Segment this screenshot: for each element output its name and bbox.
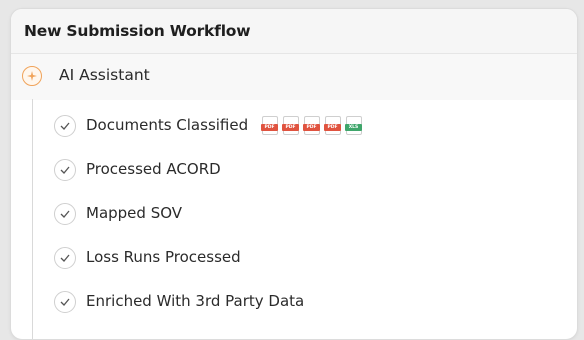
panel-header: New Submission Workflow bbox=[11, 9, 577, 54]
workflow-panel: New Submission Workflow AI Assistant Doc… bbox=[10, 8, 578, 340]
document-files: PDF PDF PDF PDF XLS bbox=[261, 116, 362, 135]
step-mapped-sov[interactable]: Mapped SOV bbox=[11, 192, 577, 236]
step-label: Loss Runs Processed bbox=[86, 248, 241, 266]
ai-assistant-row[interactable]: AI Assistant bbox=[11, 54, 577, 100]
step-loss-runs-processed[interactable]: Loss Runs Processed bbox=[11, 236, 577, 280]
step-label: Mapped SOV bbox=[86, 204, 183, 222]
step-processed-acord[interactable]: Processed ACORD bbox=[11, 148, 577, 192]
step-label: Processed ACORD bbox=[86, 160, 221, 178]
step-enriched-3rd-party-data[interactable]: Enriched With 3rd Party Data bbox=[11, 280, 577, 324]
pdf-file-icon[interactable]: PDF bbox=[261, 116, 278, 135]
xls-file-icon[interactable]: XLS bbox=[345, 116, 362, 135]
pdf-file-icon[interactable]: PDF bbox=[303, 116, 320, 135]
pdf-file-icon[interactable]: PDF bbox=[324, 116, 341, 135]
check-icon bbox=[54, 115, 76, 137]
check-icon bbox=[54, 247, 76, 269]
step-label: Documents Classified bbox=[86, 116, 249, 134]
check-icon bbox=[54, 291, 76, 313]
step-label: Enriched With 3rd Party Data bbox=[86, 292, 305, 310]
check-icon bbox=[54, 203, 76, 225]
step-documents-classified[interactable]: Documents Classified PDF PDF PDF PDF XLS bbox=[11, 104, 577, 148]
check-icon bbox=[54, 159, 76, 181]
panel-title: New Submission Workflow bbox=[24, 22, 251, 40]
sparkle-icon bbox=[22, 66, 42, 86]
pdf-file-icon[interactable]: PDF bbox=[282, 116, 299, 135]
ai-assistant-label: AI Assistant bbox=[59, 66, 150, 84]
